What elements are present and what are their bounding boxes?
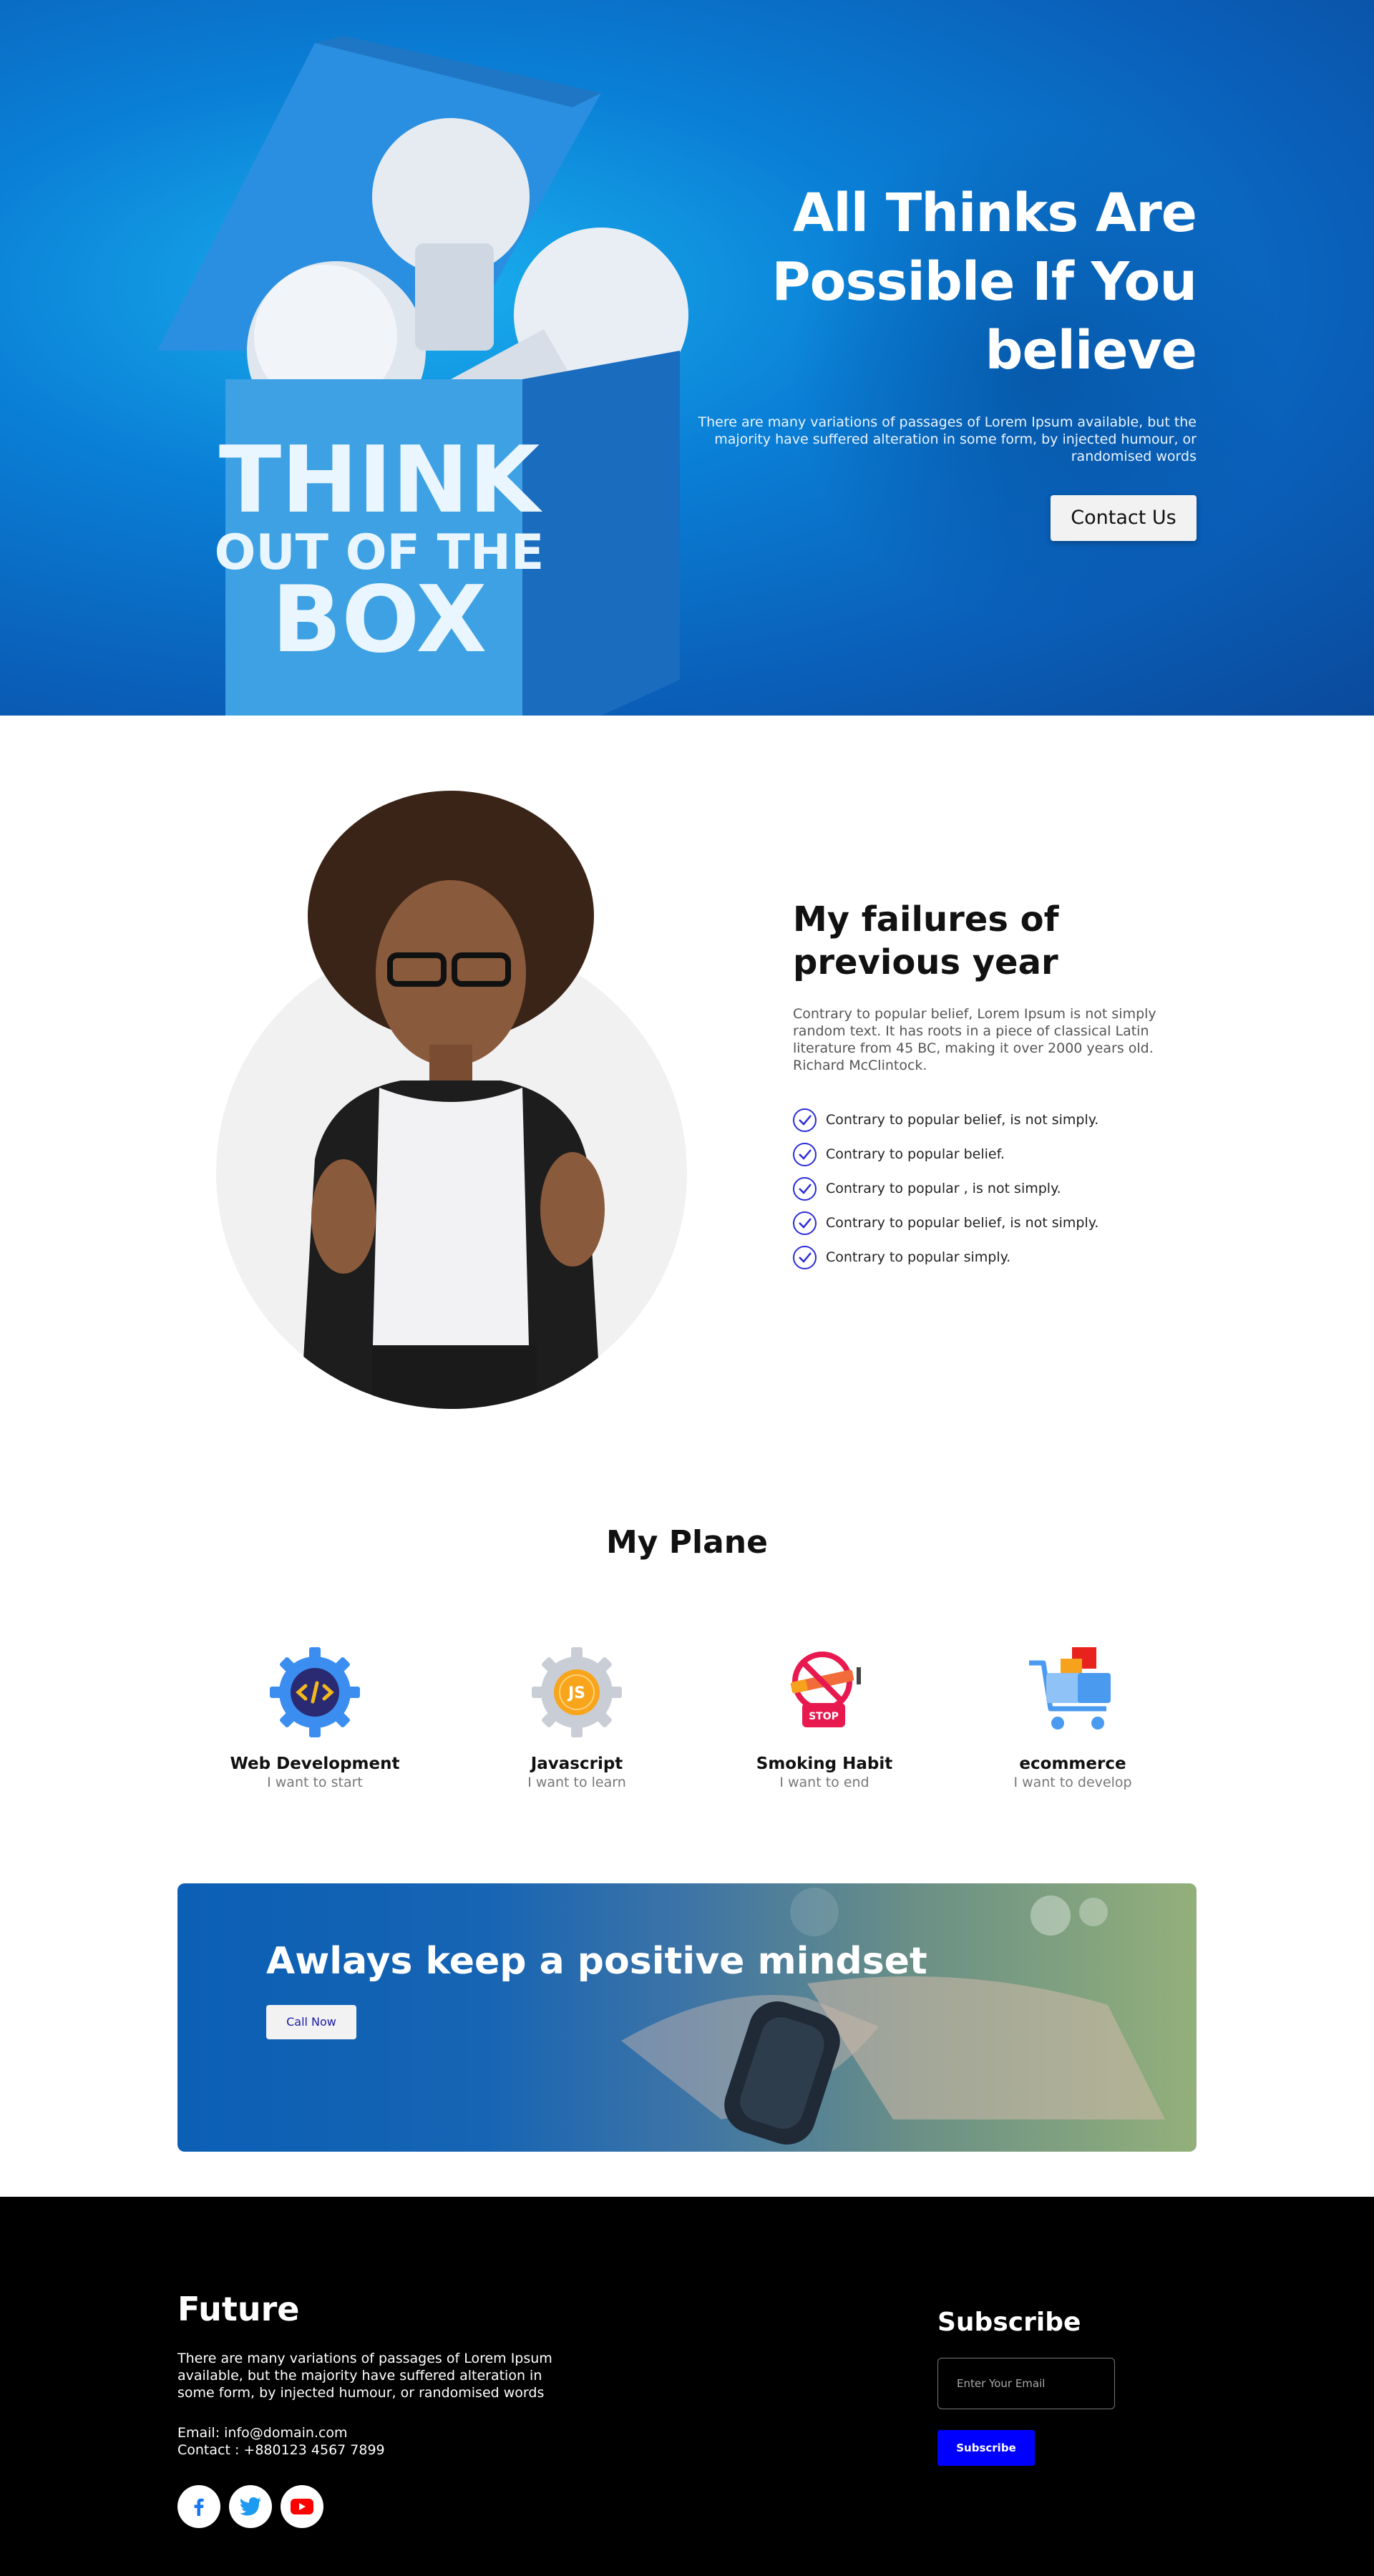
woman-portrait-illustration: [301, 791, 605, 1409]
positive-mindset-banner: Awlays keep a positive mindset Call Now: [177, 1883, 1197, 2152]
subscribe-button[interactable]: Subscribe: [937, 2430, 1035, 2466]
check-circle-icon: [793, 1245, 817, 1269]
plan-item-javascript: JS Javascript I want to learn: [469, 1646, 684, 1790]
shopping-cart-icon: [1029, 1647, 1111, 1729]
list-item: Contrary to popular belief, is not simpl…: [793, 1103, 1194, 1137]
code-gear-icon: [270, 1647, 360, 1737]
check-circle-icon: [793, 1108, 817, 1132]
contact-us-button[interactable]: Contact Us: [1051, 495, 1197, 541]
page: THINK OUT OF THE BOX All Thinks Are Poss…: [0, 0, 1374, 2576]
plan-name: Smoking Habit: [756, 1755, 893, 1773]
facebook-link[interactable]: [177, 2485, 220, 2528]
no-smoking-icon: STOP: [790, 1652, 861, 1727]
banner-title: Awlays keep a positive mindset: [266, 1940, 927, 1983]
social-links: [177, 2485, 323, 2528]
facebook-icon: [194, 2498, 204, 2516]
twitter-link[interactable]: [229, 2485, 272, 2528]
twitter-icon: [240, 2497, 261, 2516]
check-circle-icon: [793, 1211, 817, 1235]
plan-subtitle: I want to end: [779, 1775, 869, 1790]
failures-list: Contrary to popular belief, is not simpl…: [793, 1103, 1194, 1274]
plane-title: My Plane: [606, 1524, 768, 1561]
list-item: Contrary to popular belief.: [793, 1137, 1194, 1171]
banner-text: Awlays keep a positive mindset Call Now: [266, 1938, 927, 2039]
footer-phone: Contact : +880123 4567 7899: [177, 2442, 385, 2458]
footer-description: There are many variations of passages of…: [177, 2351, 552, 2401]
plan-item-ecommerce: ecommerce I want to develop: [965, 1646, 1180, 1790]
list-item-text: Contrary to popular belief, is not simpl…: [826, 1112, 1099, 1128]
plan-subtitle: I want to learn: [527, 1775, 626, 1790]
footer-brand: Future: [177, 2290, 300, 2328]
check-circle-icon: [793, 1142, 817, 1166]
js-gear-icon: JS: [532, 1647, 622, 1737]
footer-contact: Email: info@domain.com Contact : +880123…: [177, 2424, 385, 2459]
hero-subtitle: There are many variations of passages of…: [698, 414, 1197, 464]
list-item-text: Contrary to popular belief.: [826, 1146, 1005, 1162]
footer-email: Email: info@domain.com: [177, 2425, 348, 2441]
plan-subtitle: I want to start: [267, 1775, 363, 1790]
failures-description: Contrary to popular belief, Lorem Ipsum …: [793, 1006, 1156, 1073]
hero-section: THINK OUT OF THE BOX All Thinks Are Poss…: [0, 0, 1374, 716]
list-item-text: Contrary to popular belief, is not simpl…: [826, 1215, 1099, 1231]
stop-label: STOP: [809, 1711, 839, 1722]
subscribe-title: Subscribe: [937, 2308, 1081, 2337]
check-circle-icon: [793, 1176, 817, 1201]
list-item: Contrary to popular simply.: [793, 1240, 1194, 1274]
footer: Future There are many variations of pass…: [0, 2197, 1374, 2576]
plan-subtitle: I want to develop: [1013, 1775, 1132, 1790]
plan-name: Javascript: [530, 1755, 623, 1773]
youtube-icon: [291, 2499, 313, 2514]
hero-title: All Thinks Are Possible If You believe: [771, 182, 1197, 381]
list-item-text: Contrary to popular simply.: [826, 1249, 1011, 1265]
list-item: Contrary to popular belief, is not simpl…: [793, 1206, 1194, 1240]
hero-text: All Thinks Are Possible If You believe T…: [667, 179, 1197, 541]
plan-item-web-development: Web Development I want to start: [208, 1646, 422, 1790]
failures-section: My failures of previous year Contrary to…: [793, 898, 1194, 1274]
plan-name: ecommerce: [1019, 1755, 1126, 1773]
call-now-button[interactable]: Call Now: [266, 2005, 356, 2039]
plan-name: Web Development: [230, 1755, 400, 1773]
box-text-box: BOX: [272, 567, 487, 673]
list-item-text: Contrary to popular , is not simply.: [826, 1181, 1061, 1196]
box-text-think: THINK: [219, 427, 543, 534]
plan-item-smoking-habit: STOP Smoking Habit I want to end: [717, 1646, 932, 1790]
js-label: JS: [567, 1684, 585, 1702]
list-item: Contrary to popular , is not simply.: [793, 1171, 1194, 1206]
failures-title: My failures of previous year: [793, 899, 1059, 982]
email-input[interactable]: [937, 2358, 1115, 2409]
youtube-link[interactable]: [281, 2485, 323, 2528]
think-out-of-box-illustration: THINK OUT OF THE BOX: [157, 36, 688, 716]
